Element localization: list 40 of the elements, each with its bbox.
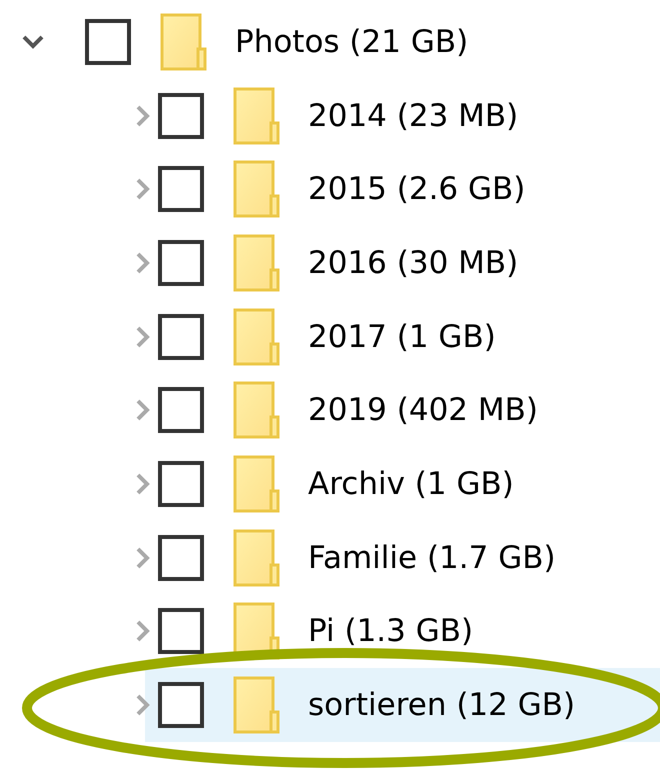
folder-label: Familie (1.7 GB) [308,540,556,576]
folder-icon [233,528,280,587]
checkbox[interactable] [158,534,204,581]
selected-tree-row[interactable]: sortieren (12 GB) [145,668,660,742]
checkbox[interactable] [158,314,204,360]
checkbox[interactable] [158,460,204,507]
folder-label: Pi (1.3 GB) [308,613,474,650]
folder-icon [233,381,280,440]
tree-row[interactable]: Pi (1.3 GB) [145,594,660,668]
tree-row[interactable]: 2016 (30 MB) [145,226,660,300]
tree-row[interactable]: 2015 (2.6 GB) [145,152,660,226]
folder-icon [160,12,207,71]
checkbox[interactable] [158,682,204,728]
folder-label: sortieren (12 GB) [308,687,576,724]
tree-row[interactable]: Photos (21 GB) [72,5,660,79]
checkbox[interactable] [85,18,131,65]
folder-label: 2017 (1 GB) [308,318,496,355]
folder-icon [233,234,280,292]
tree-row[interactable]: Archiv (1 GB) [145,447,660,521]
checkbox[interactable] [158,240,204,286]
checkbox[interactable] [158,166,204,212]
tree-row[interactable]: 2019 (402 MB) [145,373,660,448]
tree-row[interactable]: 2017 (1 GB) [145,300,660,374]
chevron-down-icon[interactable] [22,34,44,49]
folder-label: Photos (21 GB) [235,24,468,60]
tree-row[interactable]: 2014 (23 MB) [145,78,660,152]
folder-icon [233,86,280,145]
folder-label: Archiv (1 GB) [308,466,514,502]
folder-icon [233,454,280,513]
tree-row[interactable]: Familie (1.7 GB) [145,520,660,594]
folder-label: 2015 (2.6 GB) [308,171,526,208]
folder-icon [233,308,280,366]
folder-label: 2019 (402 MB) [308,392,538,428]
checkbox[interactable] [158,92,204,139]
checkbox[interactable] [158,387,204,434]
folder-icon [233,160,280,218]
folder-label: 2016 (30 MB) [308,244,518,281]
folder-label: 2014 (23 MB) [308,98,518,134]
folder-icon [233,676,280,734]
checkbox[interactable] [158,608,204,654]
